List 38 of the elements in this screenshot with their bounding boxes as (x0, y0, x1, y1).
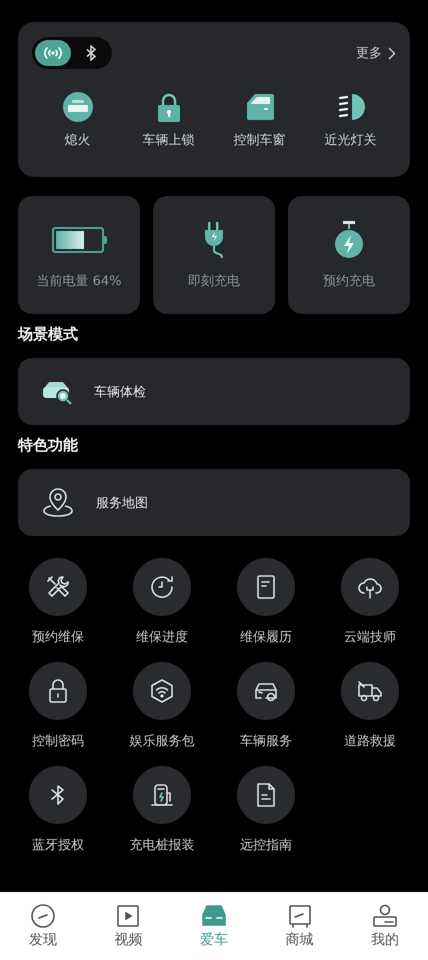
service-button[interactable]: 维保进度 (110, 558, 214, 654)
compass-icon (28, 903, 57, 929)
signal-toggle-button[interactable] (35, 40, 71, 66)
service-button[interactable]: 车辆服务 (214, 662, 318, 758)
more-link[interactable]: 更多 (356, 44, 396, 62)
charge-tile[interactable]: 预约充电 (288, 196, 410, 314)
service-button[interactable]: 道路救援 (318, 662, 422, 758)
quick-control-button[interactable]: 近光灯关 (306, 91, 396, 149)
car-icon (200, 903, 228, 929)
charge-tile[interactable]: 当前电量 64% (18, 196, 140, 314)
tab[interactable]: 发现 (8, 903, 78, 949)
signal-icon (42, 45, 64, 61)
feature-card[interactable]: 车辆体检 (18, 358, 410, 425)
tab[interactable]: 视频 (93, 903, 164, 949)
tab[interactable]: 商城 (264, 903, 335, 949)
service-button[interactable]: 控制密码 (6, 662, 110, 758)
quick-control-button[interactable]: 车辆上锁 (124, 91, 214, 149)
quick-control-button[interactable]: 控制车窗 (214, 91, 304, 149)
section-title: 场景模式 (18, 325, 79, 345)
bluetooth-icon (85, 45, 97, 61)
section-title: 特色功能 (18, 436, 79, 456)
tab[interactable]: 我的 (350, 903, 420, 949)
service-button[interactable]: 远控指南 (214, 766, 318, 862)
service-button[interactable]: 蓝牙授权 (6, 766, 110, 862)
service-button[interactable]: 娱乐服务包 (110, 662, 214, 758)
charge-tile[interactable]: 即刻充电 (153, 196, 275, 314)
more-label: 更多 (356, 45, 382, 62)
service-button[interactable]: 充电桩报装 (110, 766, 214, 862)
stopwatch-icon (333, 220, 365, 260)
feature-card[interactable]: 服务地图 (18, 469, 410, 536)
service-button[interactable]: 云端技师 (318, 558, 422, 654)
quick-control-button[interactable]: 熄火 (32, 91, 122, 149)
service-button[interactable]: 维保履历 (214, 558, 318, 654)
person-icon (371, 903, 400, 929)
wifi-hexagon-icon (148, 677, 176, 705)
map-pin-icon (42, 488, 74, 518)
service-button[interactable]: 预约维保 (6, 558, 110, 654)
chevron-right-icon (388, 46, 396, 60)
